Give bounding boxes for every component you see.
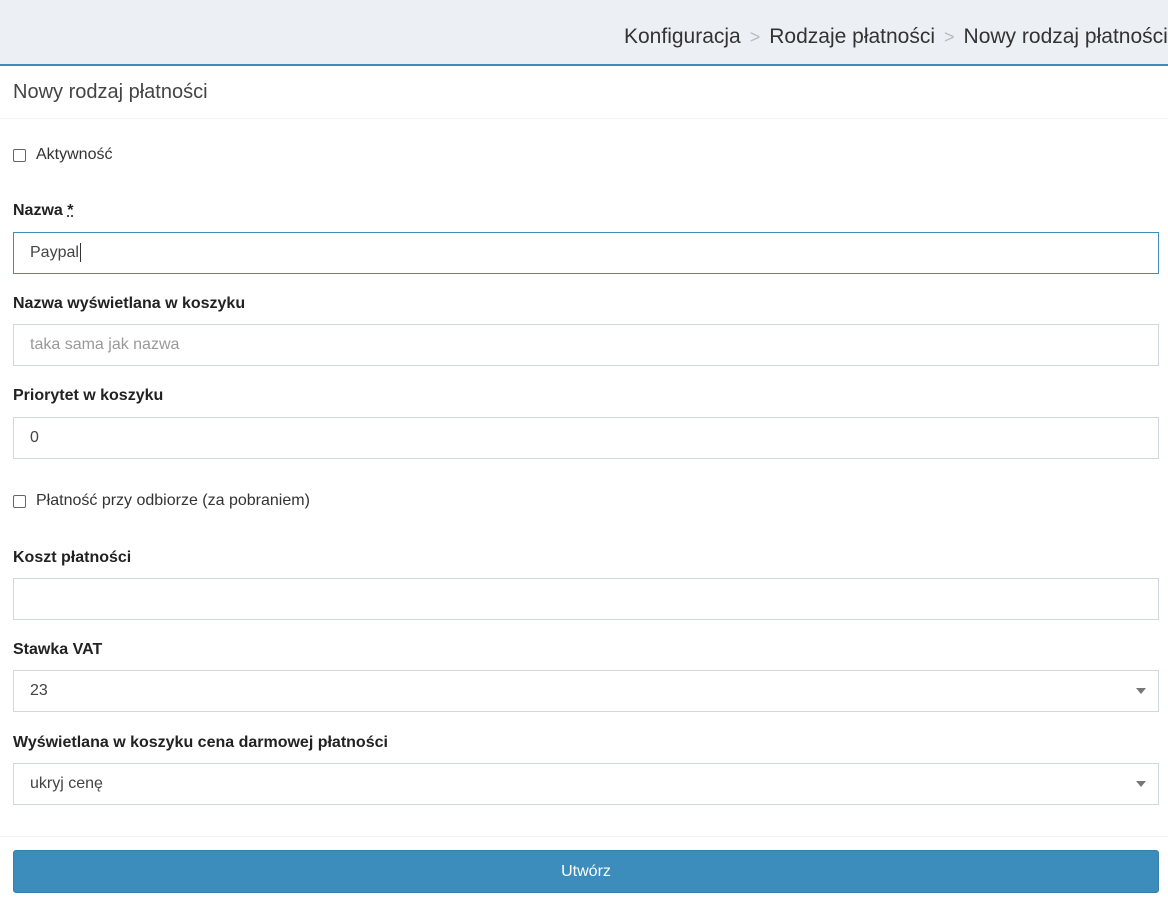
cod-checkbox-label: Płatność przy odbiorze (za pobraniem) xyxy=(36,492,310,509)
name-label: Nazwa * xyxy=(13,202,73,220)
breadcrumb-item-payment-types[interactable]: Rodzaje płatności xyxy=(769,25,935,48)
payment-cost-label: Koszt płatności xyxy=(13,549,132,566)
vat-rate-selected: 23 xyxy=(30,682,48,699)
create-button[interactable]: Utwórz xyxy=(13,850,1159,893)
cart-name-label: Nazwa wyświetlana w koszyku xyxy=(13,295,246,312)
text-caret xyxy=(79,243,81,263)
cod-checkbox[interactable] xyxy=(13,494,26,508)
free-price-display-select[interactable]: ukryj cenę xyxy=(13,763,1159,805)
free-price-display-label: Wyświetlana w koszyku cena darmowej płat… xyxy=(13,734,388,751)
active-checkbox[interactable] xyxy=(13,148,26,162)
name-input[interactable]: Paypal xyxy=(13,232,1159,274)
cart-name-input[interactable]: taka sama jak nazwa xyxy=(13,324,1159,366)
breadcrumb-separator: > xyxy=(944,27,955,47)
payment-cost-input[interactable] xyxy=(13,578,1159,620)
breadcrumb-separator: > xyxy=(749,27,761,47)
cart-name-placeholder: taka sama jak nazwa xyxy=(30,336,180,353)
required-mark: * xyxy=(67,202,74,219)
dropdown-arrow-icon xyxy=(1136,688,1146,694)
cart-priority-input[interactable]: 0 xyxy=(13,417,1159,459)
active-checkbox-row[interactable]: Aktywność xyxy=(13,146,112,164)
cart-priority-value: 0 xyxy=(30,429,39,446)
breadcrumb-item-konfiguracja[interactable]: Konfiguracja xyxy=(624,25,741,48)
form-footer-divider xyxy=(0,836,1168,837)
top-bar: Konfiguracja > Rodzaje płatności > Nowy rodz… xyxy=(0,0,1168,66)
panel-title: Nowy rodzaj płatności xyxy=(0,66,1168,119)
breadcrumb: Konfiguracja > Rodzaje płatności > Nowy rodz… xyxy=(624,25,1168,49)
free-price-display-selected: ukryj cenę xyxy=(30,775,103,792)
vat-rate-select[interactable]: 23 xyxy=(13,670,1159,712)
breadcrumb-item-current: Nowy rodzaj płatności xyxy=(963,25,1168,48)
cod-checkbox-row[interactable]: Płatność przy odbiorze (za pobraniem) xyxy=(13,492,310,510)
vat-rate-label: Stawka VAT xyxy=(13,641,103,658)
name-label-text: Nazwa xyxy=(13,202,63,219)
payment-type-form: Aktywność Nazwa * Paypal Nazwa wyświetla… xyxy=(0,119,1168,819)
dropdown-arrow-icon xyxy=(1136,781,1146,787)
active-checkbox-label: Aktywność xyxy=(36,146,113,163)
cart-priority-label: Priorytet w koszyku xyxy=(13,387,164,404)
name-input-value: Paypal xyxy=(30,244,79,261)
